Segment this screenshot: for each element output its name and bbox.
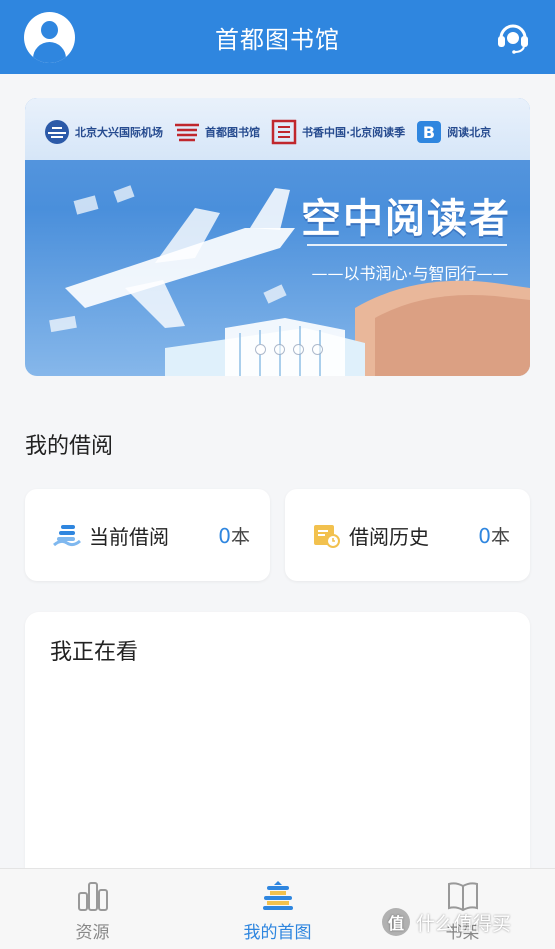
- current-borrow-label: 当前借阅: [89, 525, 169, 549]
- logo-label: 书香中国·北京阅读季: [302, 126, 406, 139]
- site-watermark: 值 什么值得买: [382, 905, 552, 939]
- bar-chart-icon: [78, 882, 108, 911]
- carousel-dot[interactable]: [293, 344, 304, 355]
- carousel-dot[interactable]: [255, 344, 266, 355]
- count-unit: 本: [230, 526, 250, 548]
- promo-banner[interactable]: 北京大兴国际机场 首都图书馆 书香中国·北京阅读季 B 阅读北京 空中阅读者 —…: [25, 98, 530, 376]
- logo-label: 首都图书馆: [205, 126, 260, 139]
- borrow-history-label: 借阅历史: [349, 525, 429, 549]
- count-number: 0: [218, 524, 231, 548]
- current-borrow-card[interactable]: 当前借阅 0本: [25, 489, 270, 581]
- section-title-borrow: 我的借阅: [25, 434, 114, 459]
- current-borrow-count: 0本: [218, 522, 250, 549]
- logo-reading-beijing: B 阅读北京: [415, 119, 491, 145]
- banner-title: 空中阅读者: [301, 196, 511, 242]
- logo-daxing-airport: 北京大兴国际机场: [43, 119, 163, 145]
- airport-logo-icon: [45, 120, 69, 144]
- book-stack-icon: [53, 525, 81, 547]
- temple-icon: [263, 881, 293, 910]
- nav-label: 我的首图: [243, 923, 312, 943]
- history-card-icon: [314, 525, 340, 548]
- watermark-badge: 值: [382, 908, 410, 936]
- reading-season-logo-icon: [271, 119, 297, 145]
- count-unit: 本: [490, 526, 510, 548]
- logo-label: 北京大兴国际机场: [75, 126, 163, 139]
- borrow-history-count: 0本: [478, 522, 510, 549]
- carousel-dot[interactable]: [312, 344, 323, 355]
- reading-beijing-logo-icon: B: [417, 121, 442, 143]
- logo-capital-library: 首都图书馆: [173, 119, 260, 145]
- now-reading-title: 我正在看: [50, 640, 139, 665]
- nav-item-my-library[interactable]: 我的首图: [185, 869, 370, 949]
- airport-building-illustration: [165, 280, 530, 376]
- page-title: 首都图书馆: [215, 26, 340, 54]
- now-reading-panel: 我正在看: [25, 612, 530, 892]
- carousel-indicators[interactable]: [255, 344, 323, 355]
- nav-item-resources[interactable]: 资源: [0, 869, 185, 949]
- nav-label: 资源: [75, 923, 110, 943]
- banner-divider: [307, 244, 507, 246]
- banner-logo-bar: 北京大兴国际机场 首都图书馆 书香中国·北京阅读季 B 阅读北京: [25, 98, 530, 160]
- svg-text:B: B: [423, 123, 435, 142]
- headset-support-icon[interactable]: [495, 20, 531, 54]
- library-logo-icon: [175, 123, 199, 142]
- carousel-dot[interactable]: [274, 344, 285, 355]
- partner-logos: 北京大兴国际机场 首都图书馆 书香中国·北京阅读季 B 阅读北京: [43, 116, 491, 148]
- borrow-history-card[interactable]: 借阅历史 0本: [285, 489, 530, 581]
- watermark-text: 什么值得买: [416, 912, 512, 935]
- logo-reading-season: 书香中国·北京阅读季: [270, 119, 405, 145]
- logo-label: 阅读北京: [447, 126, 492, 139]
- count-number: 0: [478, 524, 491, 548]
- app-header: 首都图书馆: [0, 0, 555, 74]
